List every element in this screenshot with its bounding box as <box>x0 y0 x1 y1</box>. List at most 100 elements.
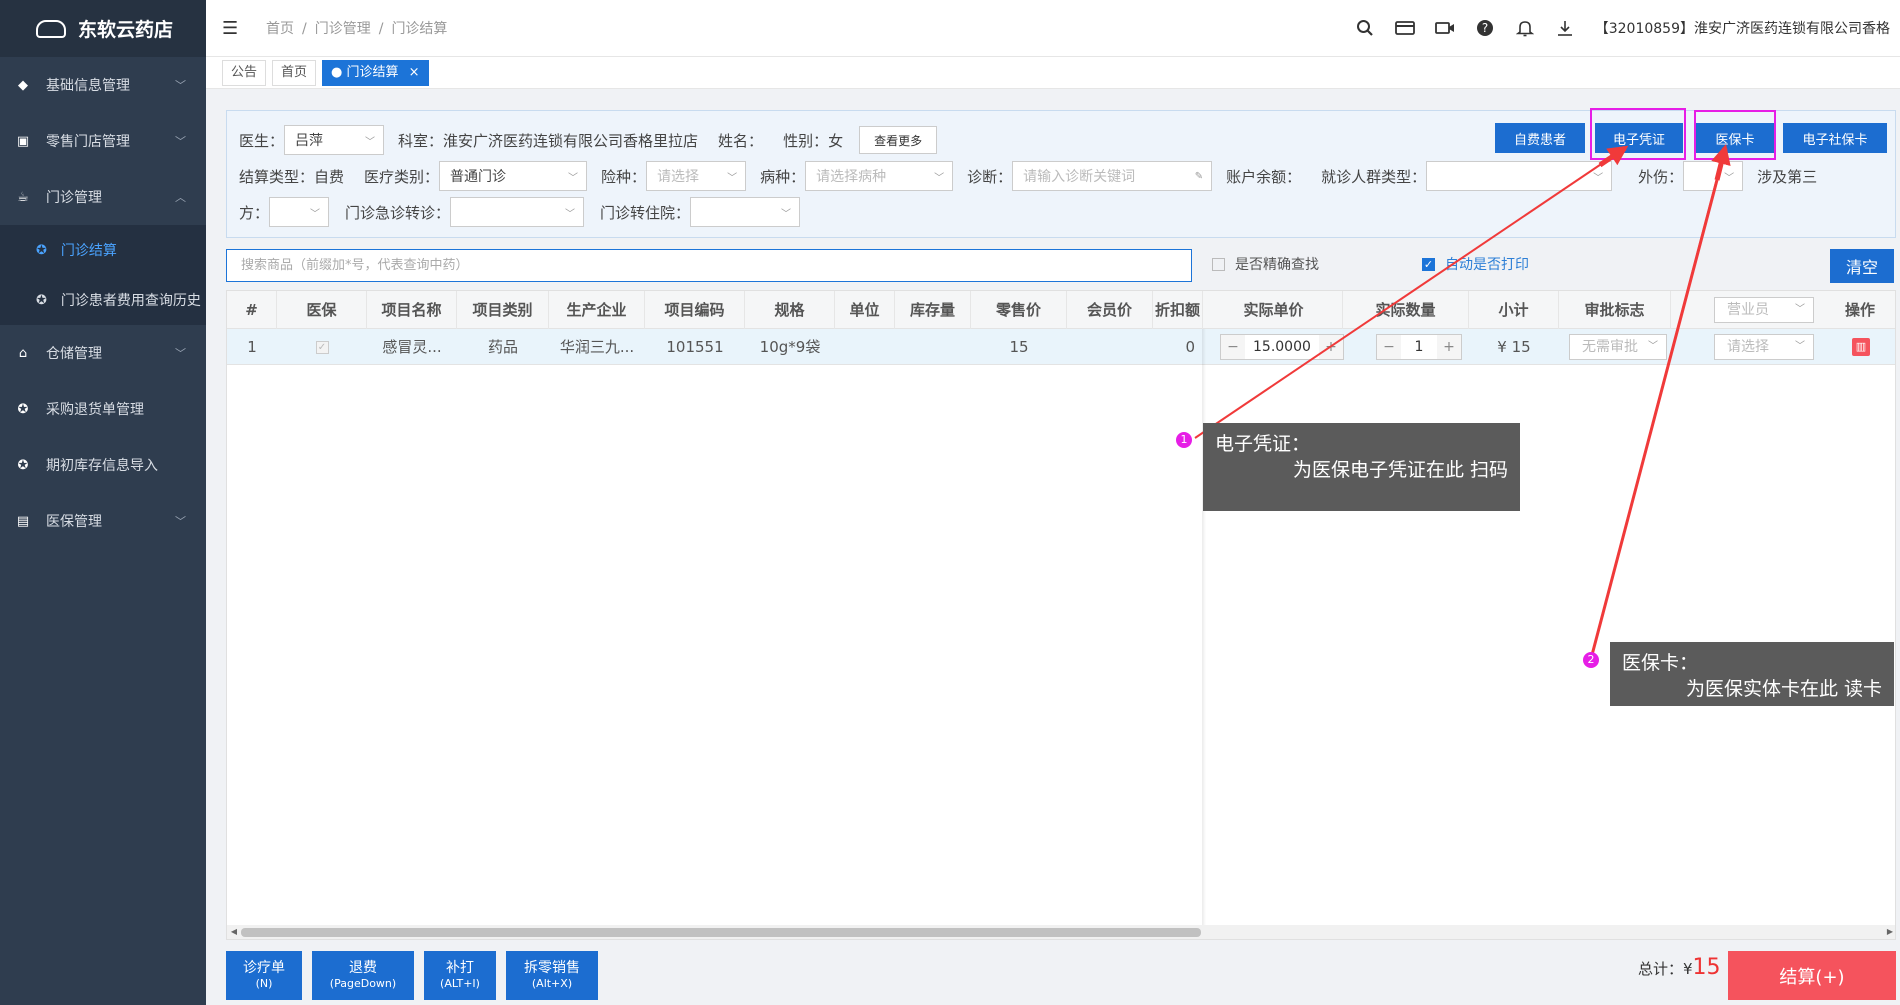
bell-icon[interactable] <box>1515 18 1535 38</box>
tab-notice[interactable]: 公告 <box>222 59 267 86</box>
decrement-button[interactable]: − <box>1221 335 1245 359</box>
auto-print-checkbox[interactable]: ✓ 自动是否打印 <box>1422 254 1529 274</box>
chevron-down-icon: ﹀ <box>934 172 945 184</box>
app-root: 东软云药店 ◆ 基础信息管理 ﹀ ▣ 零售门店管理 ﹀ ☕ 门诊管理 ︿ ✪ 门… <box>0 0 1900 1005</box>
fixed-column-divider <box>1202 329 1206 939</box>
sidebar-subitem-settlement[interactable]: ✪ 门诊结算 <box>0 225 206 275</box>
diagnosis-label: 诊断： <box>967 167 1013 186</box>
clerk-select[interactable]: 请选择 ﹀ <box>1714 334 1814 360</box>
third-party-label: 涉及第三 <box>1757 167 1818 186</box>
trash-icon[interactable]: ▥ <box>1852 338 1870 356</box>
approval-select[interactable]: 无需审批 ﹀ <box>1569 334 1667 360</box>
increment-button[interactable]: + <box>1437 335 1461 359</box>
org-name[interactable]: 【32010859】淮安广济医药连锁有限公司香格 <box>1595 18 1890 38</box>
diagnosis-input[interactable]: 请输入诊断关键词 ✎ <box>1012 161 1213 191</box>
button-label: 拆零销售 <box>524 959 580 976</box>
unit-price-value[interactable]: 15.0000 <box>1245 339 1319 355</box>
tab-settlement[interactable]: ● 门诊结算 × <box>322 59 429 86</box>
close-icon[interactable]: × <box>409 65 420 80</box>
disease-select[interactable]: 请选择病种 ﹀ <box>805 161 954 191</box>
chevron-down-icon: ﹀ <box>1648 341 1658 352</box>
clear-button[interactable]: 清空 <box>1830 249 1894 283</box>
chevron-down-icon: ﹀ <box>310 208 321 220</box>
chevron-down-icon: ﹀ <box>1795 304 1805 315</box>
table-header: # 医保 项目名称 项目类别 生产企业 项目编码 规格 单位 库存量 零售价 会… <box>227 291 1895 329</box>
hospitalize-select[interactable]: ﹀ <box>690 197 801 227</box>
scrollbar-thumb[interactable] <box>241 928 1201 937</box>
third-party-select[interactable]: ﹀ <box>269 197 330 227</box>
settle-type-label: 结算类型： <box>239 167 315 186</box>
tooltip-e-voucher: 电子凭证： 为医保电子凭证在此 扫码 <box>1203 423 1520 511</box>
insurance-type-select[interactable]: 请选择 ﹀ <box>646 161 747 191</box>
self-pay-button[interactable]: 自费患者 <box>1495 123 1585 153</box>
decrement-button[interactable]: − <box>1377 335 1401 359</box>
doctor-value: 吕萍 <box>295 133 324 149</box>
med-type-select[interactable]: 普通门诊 ﹀ <box>439 161 588 191</box>
breadcrumb-home[interactable]: 首页 <box>266 21 294 37</box>
horizontal-scrollbar[interactable]: ◀ ▶ <box>227 925 1895 939</box>
col-header: 审批标志 <box>1559 291 1671 329</box>
view-more-button[interactable]: 查看更多 <box>859 126 938 154</box>
reprint-button[interactable]: 补打 (ALT+I) <box>424 951 496 1000</box>
help-icon[interactable]: ? <box>1475 18 1495 38</box>
col-header: 会员价 <box>1067 291 1153 329</box>
top-icons: ? 【32010859】淮安广济医药连锁有限公司香格 <box>1355 18 1900 38</box>
cell-insurance: ✓ <box>277 329 367 365</box>
download-icon[interactable] <box>1555 18 1575 38</box>
scroll-right-icon[interactable]: ▶ <box>1883 925 1895 939</box>
col-header: 库存量 <box>895 291 971 329</box>
sidebar-item-label: 仓储管理 <box>46 346 102 362</box>
col-header: 项目名称 <box>367 291 457 329</box>
scroll-left-icon[interactable]: ◀ <box>227 925 241 939</box>
tooltip-title: 医保卡： <box>1622 652 1699 674</box>
sidebar-subitem-fee-history[interactable]: ✪ 门诊患者费用查询历史 <box>0 275 206 325</box>
sidebar-item-retail-store[interactable]: ▣ 零售门店管理 ﹀ <box>0 113 206 169</box>
col-header: 操作 <box>1844 301 1875 319</box>
tooltip-body: 为医保实体卡在此 读卡 <box>1685 678 1882 700</box>
form-row-3: 方： ﹀ 门诊急诊转诊： ﹀ 门诊转住院： ﹀ <box>239 197 801 227</box>
search-icon[interactable] <box>1355 18 1375 38</box>
chevron-down-icon: ﹀ <box>1724 172 1735 184</box>
split-sale-button[interactable]: 拆零销售 (Alt+X) <box>506 951 598 1000</box>
video-icon[interactable] <box>1434 18 1455 38</box>
cell-index: 1 <box>247 338 257 356</box>
quantity-value[interactable]: 1 <box>1401 339 1437 355</box>
exact-search-checkbox[interactable]: 是否精确查找 <box>1212 254 1319 274</box>
menu-toggle-icon[interactable]: ☰ <box>222 19 242 37</box>
chevron-up-icon: ︿ <box>175 191 186 204</box>
sidebar-item-stock-import[interactable]: ✪ 期初库存信息导入 <box>0 437 206 493</box>
chevron-down-icon: ﹀ <box>565 208 576 220</box>
increment-button[interactable]: + <box>1319 335 1343 359</box>
breadcrumb-outpatient[interactable]: 门诊管理 <box>315 21 371 37</box>
unit-price-stepper[interactable]: − 15.0000 + <box>1220 334 1344 360</box>
card-icon[interactable] <box>1394 18 1415 38</box>
injury-select[interactable]: ﹀ <box>1683 161 1744 191</box>
breadcrumb-settlement: 门诊结算 <box>391 21 448 37</box>
approval-placeholder: 无需审批 <box>1582 339 1638 355</box>
emergency-select[interactable]: ﹀ <box>450 197 585 227</box>
clerk-filter-label: 营业员 <box>1727 302 1769 318</box>
sidebar-item-basic-info[interactable]: ◆ 基础信息管理 ﹀ <box>0 57 206 113</box>
tab-home[interactable]: 首页 <box>272 59 317 86</box>
prescription-button[interactable]: 诊疗单 (N) <box>226 951 302 1000</box>
settle-button[interactable]: 结算(+) <box>1728 951 1896 1000</box>
sidebar-item-outpatient[interactable]: ☕ 门诊管理 ︿ <box>0 169 206 225</box>
doctor-select[interactable]: 吕萍 ﹀ <box>284 125 385 155</box>
product-search-input[interactable]: 搜索商品（前缀加*号，代表查询中药） <box>226 249 1192 282</box>
table-row[interactable]: 1 ✓ 感冒灵... 药品 华润三九... 101551 10g*9袋 15 0… <box>227 329 1895 365</box>
clerk-filter-select[interactable]: 营业员 ﹀ <box>1714 297 1814 323</box>
quantity-stepper[interactable]: − 1 + <box>1376 334 1462 360</box>
sidebar-item-warehouse[interactable]: ⌂ 仓储管理 ﹀ <box>0 325 206 381</box>
sidebar-item-insurance[interactable]: ▤ 医保管理 ﹀ <box>0 493 206 549</box>
crowd-type-select[interactable]: ﹀ <box>1426 161 1613 191</box>
sidebar-item-purchase-return[interactable]: ✪ 采购退货单管理 <box>0 381 206 437</box>
clerk-placeholder: 请选择 <box>1727 339 1769 355</box>
insurance-type-placeholder: 请选择 <box>657 169 700 185</box>
card-icon: ▤ <box>16 513 30 529</box>
balance-label: 账户余额： <box>1226 167 1302 186</box>
e-social-card-button[interactable]: 电子社保卡 <box>1783 123 1887 153</box>
chevron-down-icon: ﹀ <box>175 135 186 148</box>
refund-button[interactable]: 退费 (PageDown) <box>312 951 414 1000</box>
app-name: 东软云药店 <box>78 19 174 41</box>
chevron-down-icon: ﹀ <box>175 79 186 92</box>
